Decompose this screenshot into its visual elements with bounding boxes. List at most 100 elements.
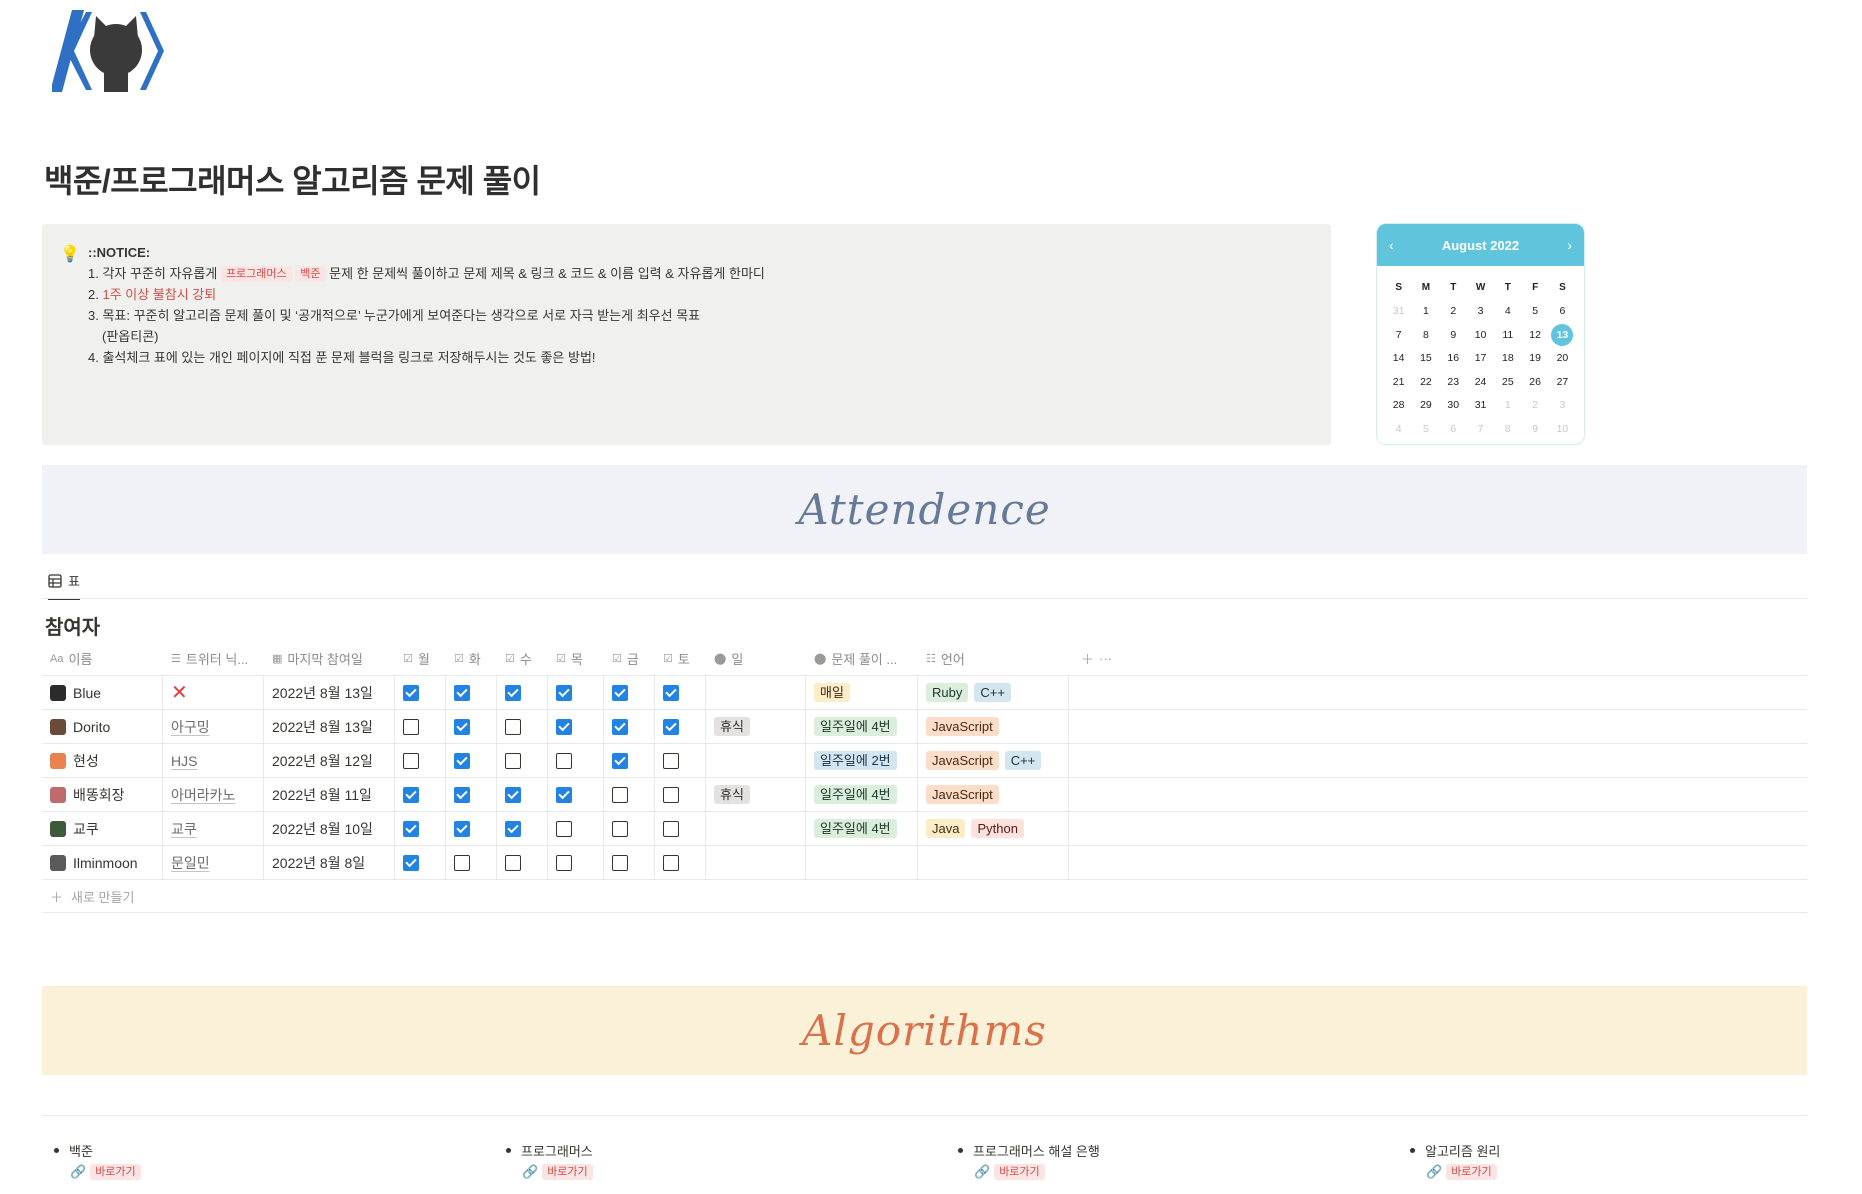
view-tab-table[interactable]: 표	[48, 571, 80, 600]
cell-language[interactable]	[918, 846, 1069, 879]
cell-twitter[interactable]: 교쿠	[163, 812, 264, 845]
unchecked-checkbox[interactable]	[505, 854, 521, 871]
calendar-day[interactable]: 3	[1467, 300, 1494, 324]
calendar-day[interactable]: 28	[1385, 394, 1412, 418]
cell-last-date[interactable]: 2022년 8월 11일	[264, 778, 395, 811]
col-sat[interactable]: ☑ 토	[655, 642, 706, 675]
add-property-icon[interactable]: ＋	[1081, 649, 1094, 668]
col-frequency[interactable]: ⬤ 문제 풀이 ...	[806, 642, 918, 675]
unchecked-checkbox[interactable]	[556, 752, 572, 769]
cell-last-date[interactable]: 2022년 8월 8일	[264, 846, 395, 879]
cell-name[interactable]: Blue	[42, 676, 163, 709]
calendar-day[interactable]: 25	[1494, 370, 1521, 394]
table-row[interactable]: Ilminmoon 문일민 2022년 8월 8일	[42, 846, 1807, 880]
checked-checkbox[interactable]	[505, 786, 521, 803]
table-row[interactable]: 현성 HJS 2022년 8월 12일 일주일에 2번 JavaScript C++	[42, 744, 1807, 778]
calendar-day[interactable]: 26	[1521, 370, 1548, 394]
cell-twitter[interactable]: ✕	[163, 676, 264, 709]
table-row[interactable]: 교쿠 교쿠 2022년 8월 10일 일주일에 4번 Java Python	[42, 812, 1807, 846]
cell-last-date[interactable]: 2022년 8월 13일	[264, 710, 395, 743]
checked-checkbox[interactable]	[454, 786, 470, 803]
calendar-day[interactable]: 22	[1412, 370, 1439, 394]
table-row[interactable]: 배똥회장 아머라카노 2022년 8월 11일 휴식 일주일에 4번 JavaScript	[42, 778, 1807, 812]
calendar-day[interactable]: 24	[1467, 370, 1494, 394]
cell-language[interactable]: Java Python	[918, 812, 1069, 845]
col-sun[interactable]: ⬤ 일	[706, 642, 806, 675]
cell-last-date[interactable]: 2022년 8월 13일	[264, 676, 395, 709]
cell-sun[interactable]: 휴식	[706, 778, 806, 811]
calendar-day[interactable]: 10	[1467, 323, 1494, 347]
checked-checkbox[interactable]	[663, 684, 679, 701]
unchecked-checkbox[interactable]	[612, 820, 628, 837]
cell-frequency[interactable]: 일주일에 2번	[806, 744, 918, 777]
cell-twitter[interactable]: 아구밍	[163, 710, 264, 743]
calendar-day[interactable]: 23	[1440, 370, 1467, 394]
cell-language[interactable]: JavaScript	[918, 778, 1069, 811]
unchecked-checkbox[interactable]	[663, 854, 679, 871]
cell-sun[interactable]: 휴식	[706, 710, 806, 743]
calendar-day[interactable]: 6	[1440, 417, 1467, 441]
col-name[interactable]: Aa 이름	[42, 642, 163, 675]
checked-checkbox[interactable]	[403, 786, 419, 803]
unchecked-checkbox[interactable]	[454, 854, 470, 871]
calendar-day[interactable]: 8	[1494, 417, 1521, 441]
database-title[interactable]: 참여자	[45, 611, 100, 640]
calendar-day[interactable]: 12	[1521, 323, 1548, 347]
checked-checkbox[interactable]	[505, 684, 521, 701]
checked-checkbox[interactable]	[505, 820, 521, 837]
calendar-day[interactable]: 21	[1385, 370, 1412, 394]
calendar-day[interactable]: 2	[1521, 394, 1548, 418]
cell-name[interactable]: 배똥회장	[42, 778, 163, 811]
cell-frequency[interactable]: 일주일에 4번	[806, 778, 918, 811]
cell-last-date[interactable]: 2022년 8월 12일	[264, 744, 395, 777]
unchecked-checkbox[interactable]	[663, 752, 679, 769]
checked-checkbox[interactable]	[454, 752, 470, 769]
unchecked-checkbox[interactable]	[505, 718, 521, 735]
algo-link[interactable]: 🔗 바로가기	[974, 1164, 1100, 1180]
cell-sun[interactable]	[706, 744, 806, 777]
cell-name[interactable]: Dorito	[42, 710, 163, 743]
cell-frequency[interactable]	[806, 846, 918, 879]
cell-language[interactable]: Ruby C++	[918, 676, 1069, 709]
table-row[interactable]: Blue ✕ 2022년 8월 13일 매일 Ruby C++	[42, 676, 1807, 710]
unchecked-checkbox[interactable]	[403, 718, 419, 735]
calendar-day[interactable]: 16	[1440, 347, 1467, 371]
calendar-day[interactable]: 13	[1549, 323, 1576, 347]
cell-frequency[interactable]: 일주일에 4번	[806, 812, 918, 845]
col-mon[interactable]: ☑ 월	[395, 642, 446, 675]
calendar-day[interactable]: 31	[1385, 300, 1412, 324]
calendar-day[interactable]: 1	[1412, 300, 1439, 324]
cell-twitter[interactable]: 아머라카노	[163, 778, 264, 811]
unchecked-checkbox[interactable]	[505, 752, 521, 769]
table-row[interactable]: Dorito 아구밍 2022년 8월 13일 휴식 일주일에 4번 JavaScript	[42, 710, 1807, 744]
col-tue[interactable]: ☑ 화	[446, 642, 497, 675]
checked-checkbox[interactable]	[556, 718, 572, 735]
col-fri[interactable]: ☑ 금	[604, 642, 655, 675]
calendar-day[interactable]: 6	[1549, 300, 1576, 324]
calendar-day[interactable]: 9	[1521, 417, 1548, 441]
cell-frequency[interactable]: 매일	[806, 676, 918, 709]
unchecked-checkbox[interactable]	[403, 752, 419, 769]
checked-checkbox[interactable]	[556, 786, 572, 803]
algo-link[interactable]: 🔗 바로가기	[1426, 1164, 1500, 1180]
calendar-day[interactable]: 29	[1412, 394, 1439, 418]
unchecked-checkbox[interactable]	[612, 786, 628, 803]
algo-link[interactable]: 🔗 바로가기	[522, 1164, 593, 1180]
cell-twitter[interactable]: 문일민	[163, 846, 264, 879]
cell-sun[interactable]	[706, 676, 806, 709]
cell-name[interactable]: 현성	[42, 744, 163, 777]
calendar-day[interactable]: 27	[1549, 370, 1576, 394]
cell-sun[interactable]	[706, 846, 806, 879]
checked-checkbox[interactable]	[454, 718, 470, 735]
unchecked-checkbox[interactable]	[556, 820, 572, 837]
calendar-day[interactable]: 7	[1385, 323, 1412, 347]
calendar-day[interactable]: 20	[1549, 347, 1576, 371]
cell-last-date[interactable]: 2022년 8월 10일	[264, 812, 395, 845]
cell-language[interactable]: JavaScript	[918, 710, 1069, 743]
col-wed[interactable]: ☑ 수	[497, 642, 548, 675]
cell-language[interactable]: JavaScript C++	[918, 744, 1069, 777]
col-language[interactable]: ☷ 언어	[918, 642, 1069, 675]
new-row-button[interactable]: ＋ 새로 만들기	[42, 880, 1807, 913]
chevron-left-icon[interactable]: ‹	[1389, 237, 1394, 253]
calendar-day[interactable]: 7	[1467, 417, 1494, 441]
